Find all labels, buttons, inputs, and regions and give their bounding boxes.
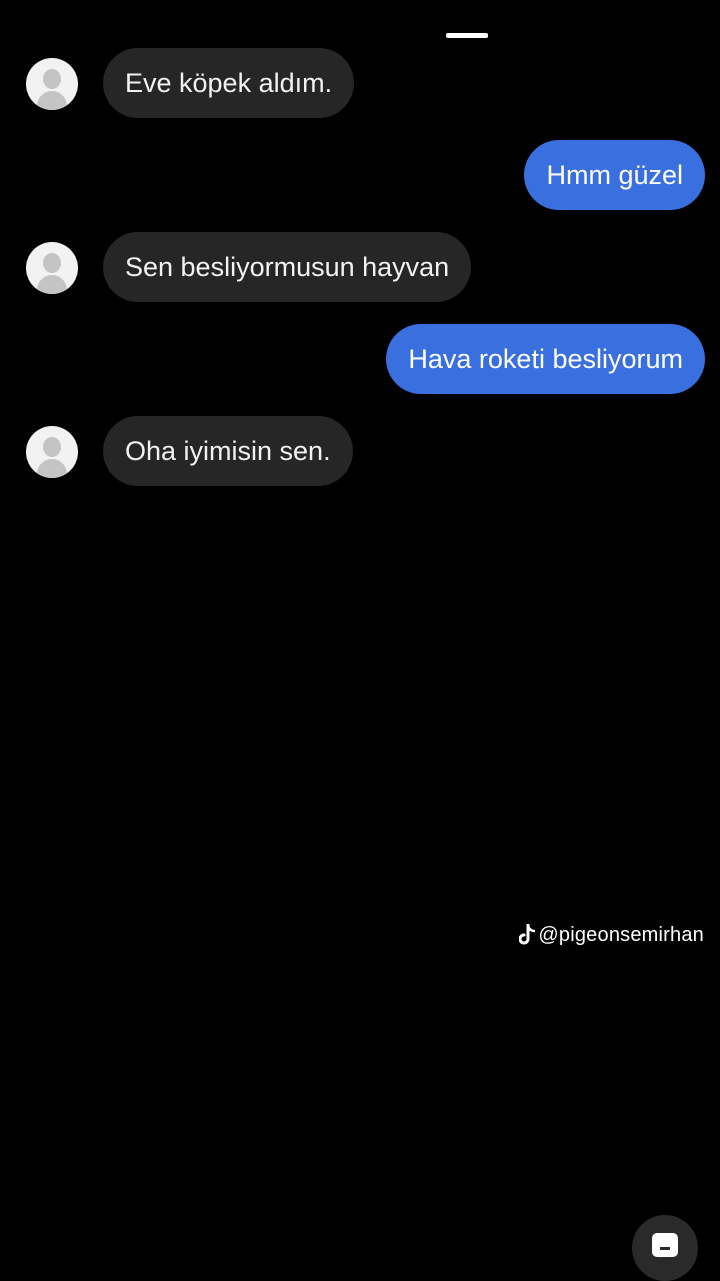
message-incoming: Sen besliyormusun hayvan <box>0 232 720 304</box>
message-incoming: Oha iyimisin sen. <box>0 416 720 488</box>
message-bubble[interactable]: Eve köpek aldım. <box>103 48 355 118</box>
avatar-head <box>43 437 61 457</box>
message-bubble[interactable]: Oha iyimisin sen. <box>103 416 353 486</box>
compose-icon-line <box>660 1247 670 1250</box>
message-outgoing: Hava roketi besliyorum <box>0 324 720 396</box>
message-bubble[interactable]: Hava roketi besliyorum <box>386 324 705 394</box>
message-incoming: Eve köpek aldım. <box>0 48 720 120</box>
avatar-head <box>43 69 61 89</box>
avatar-shoulders <box>37 275 67 294</box>
tiktok-icon <box>518 923 536 946</box>
avatar[interactable] <box>26 242 78 294</box>
avatar[interactable] <box>26 426 78 478</box>
message-bubble[interactable]: Hmm güzel <box>524 140 705 210</box>
avatar-shoulders <box>37 459 67 478</box>
message-bubble[interactable]: Sen besliyormusun hayvan <box>103 232 472 302</box>
compose-icon <box>652 1233 678 1257</box>
avatar-shoulders <box>37 91 67 110</box>
status-indicator <box>446 33 488 38</box>
avatar-head <box>43 253 61 273</box>
compose-button[interactable] <box>632 1215 698 1281</box>
watermark: @pigeonsemirhan <box>518 922 704 948</box>
watermark-handle: @pigeonsemirhan <box>538 923 704 946</box>
avatar[interactable] <box>26 58 78 110</box>
message-outgoing: Hmm güzel <box>0 140 720 212</box>
